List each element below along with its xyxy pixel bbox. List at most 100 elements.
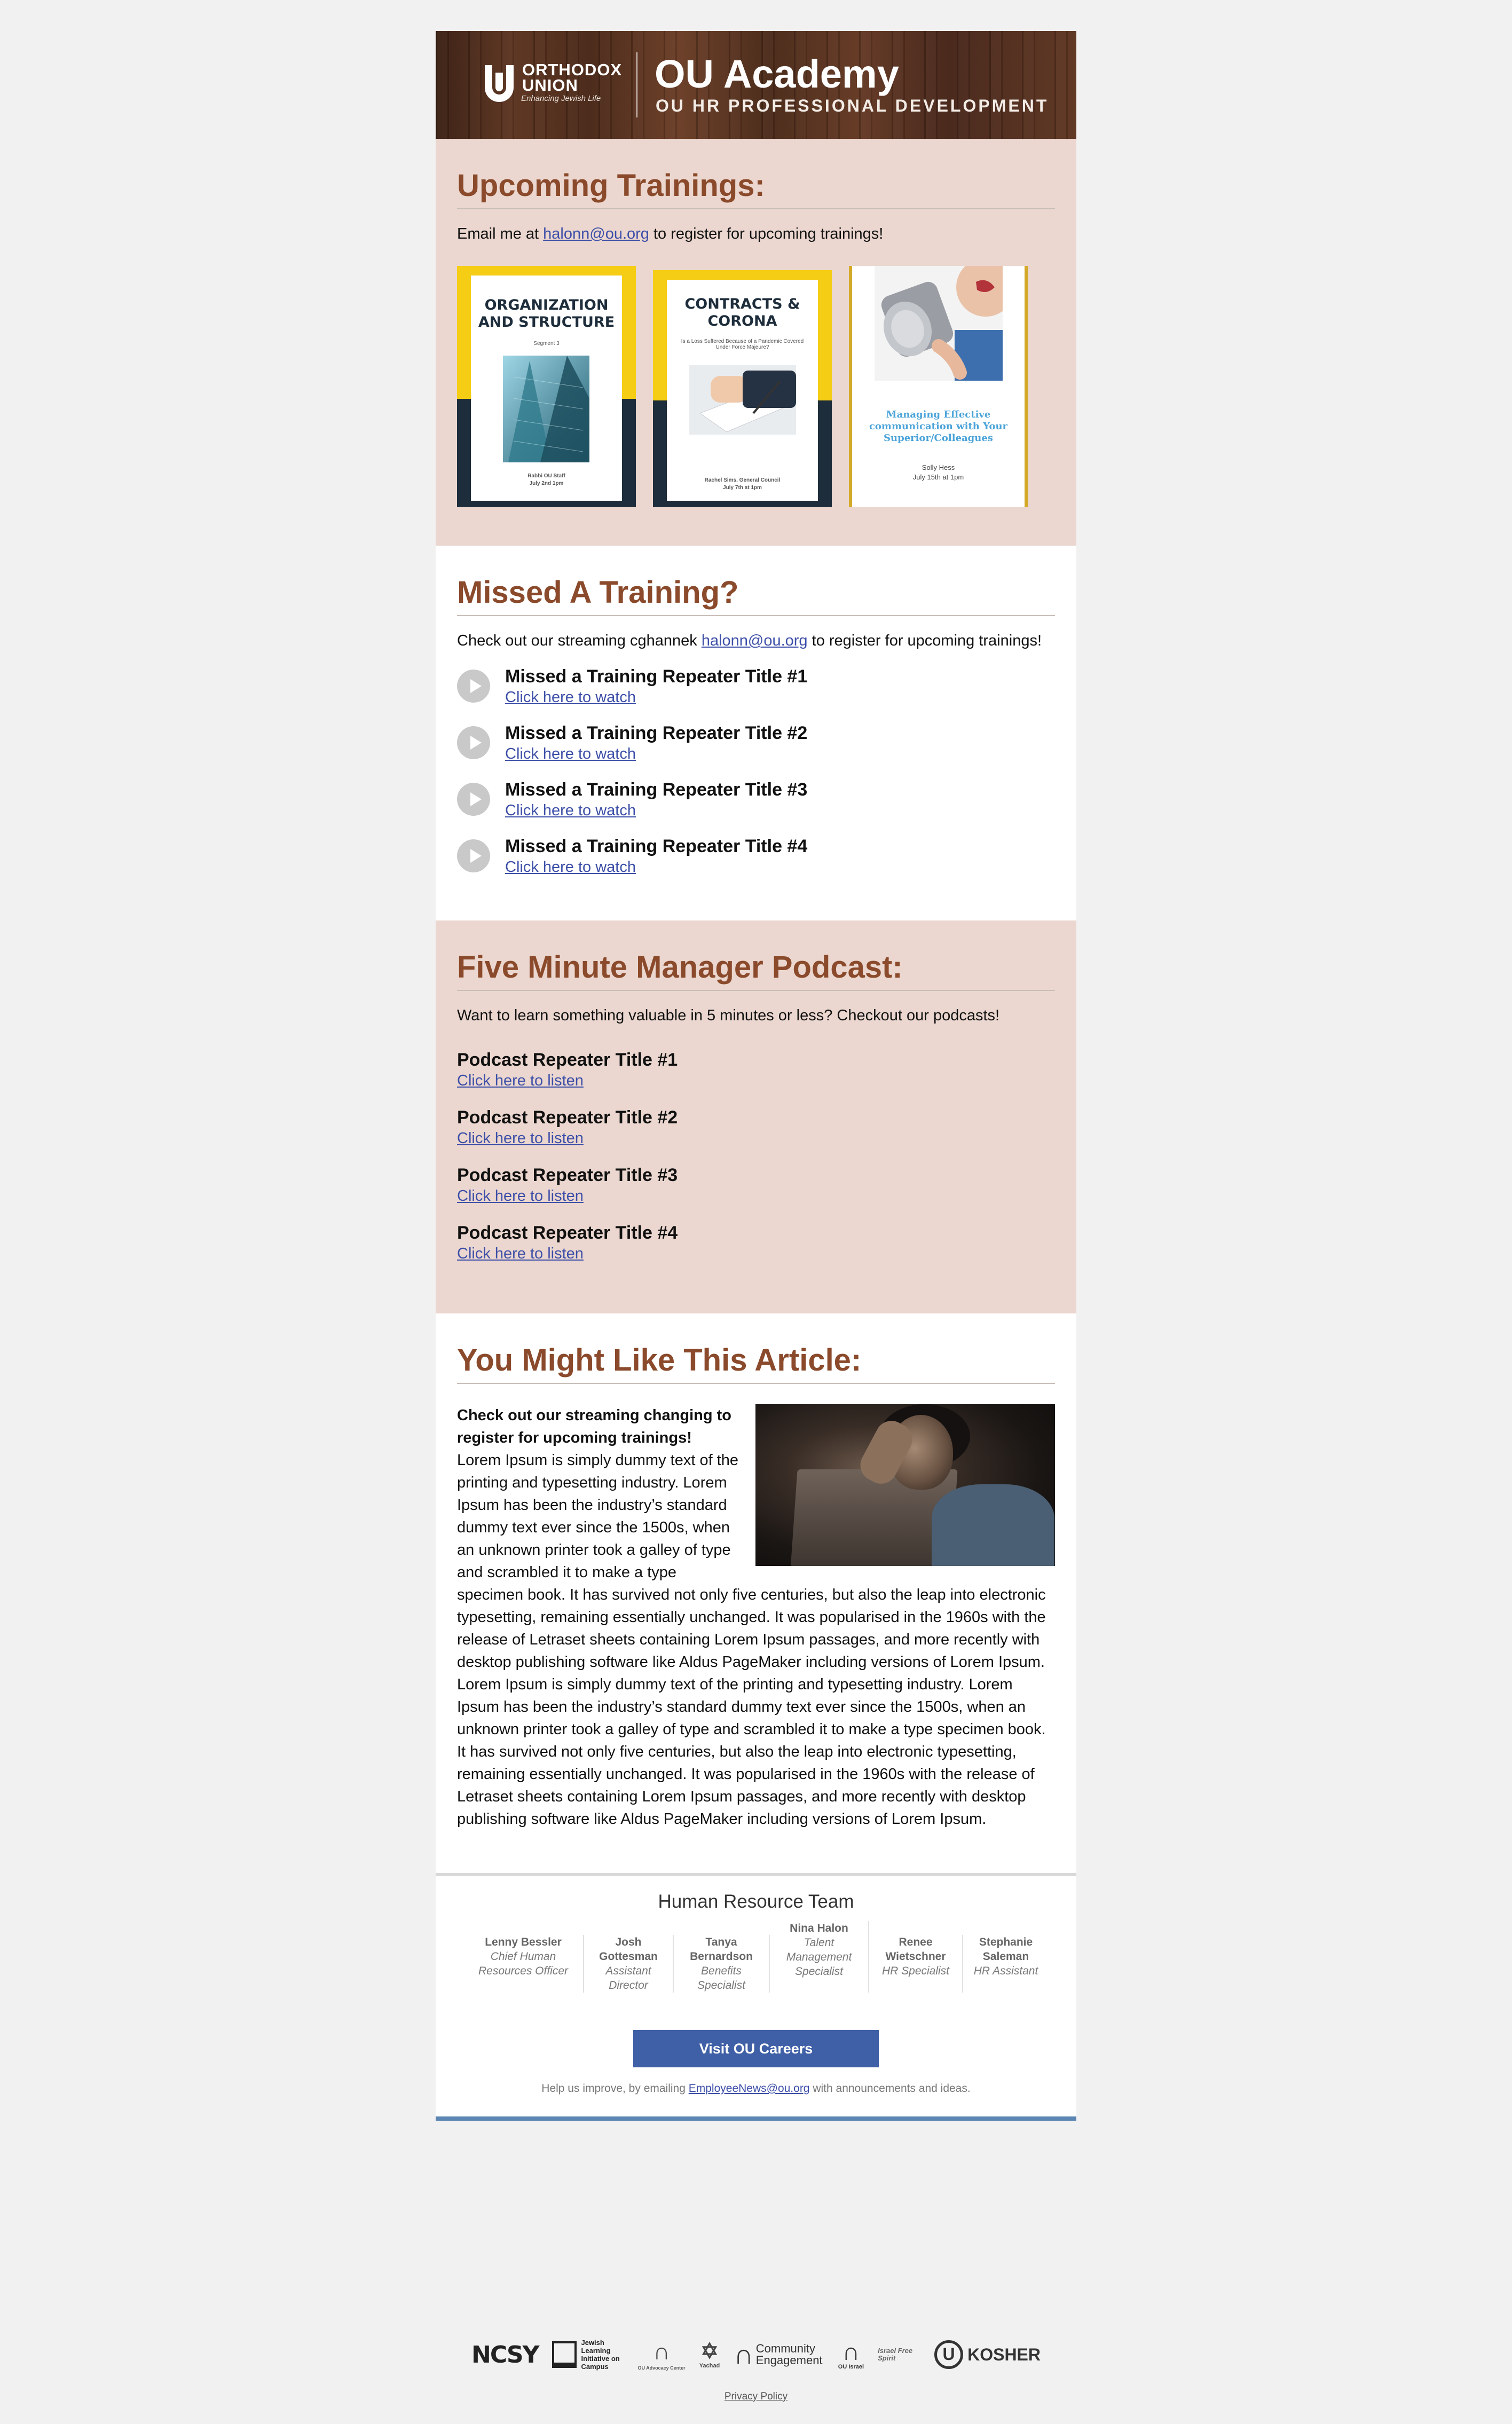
footer-rule [436,2116,1076,2121]
community-engagement-logo[interactable]: ∩ Community Engagement [734,2339,824,2371]
poster-title: Managing Effective communication with Yo… [869,409,1008,444]
employee-news-email-link[interactable]: EmployeeNews@ou.org [689,2082,810,2095]
member-name: Nina Halon [790,1922,848,1934]
watch-link[interactable]: Click here to watch [505,802,636,819]
israel-free-spirit-logo[interactable]: Israel Free Spirit [878,2347,920,2362]
member-role: Benefits Specialist [697,1965,745,1992]
podcast-section: Five Minute Manager Podcast: Want to lea… [436,920,1076,1313]
list-item: Missed a Training Repeater Title #1 Clic… [457,665,1055,707]
list-item: Podcast Repeater Title #3 Click here to … [457,1164,1055,1206]
training-poster[interactable]: Managing Effective communication with Yo… [849,266,1028,507]
member-role: HR Assistant [973,1965,1038,1977]
feedback-note: Help us improve, by emailing EmployeeNew… [541,2082,971,2095]
podcast-intro: Want to learn something valuable in 5 mi… [457,1007,1000,1024]
upcoming-intro: Email me at halonn@ou.org to register fo… [457,225,884,242]
building-image [503,356,589,462]
training-title: Missed a Training Repeater Title #2 [505,723,808,743]
training-poster[interactable]: ORGANIZATION AND STRUCTURE Segment 3 Rab… [457,266,636,507]
visit-careers-button[interactable]: Visit OU Careers [633,2030,879,2067]
banner-title: OU Academy [655,52,899,96]
ou-logo-icon [485,65,514,102]
watch-link[interactable]: Click here to watch [505,745,636,762]
member-name: Josh Gottesman [599,1936,658,1963]
poster-title: ORGANIZATION AND STRUCTURE [478,297,615,330]
training-title: Missed a Training Repeater Title #3 [505,780,808,800]
yachad-logo[interactable]: ✡ Yachad [699,2340,720,2369]
article-paragraph: Lorem Ipsum is simply dummy text of the … [457,1676,1046,1828]
poster-date: July 2nd 1pm [529,481,564,486]
org-tagline: Enhancing Jewish Life [521,94,601,103]
watch-link[interactable]: Click here to watch [505,859,636,876]
member-role: HR Specialist [881,1965,950,1977]
team-member: Lenny Bessler Chief Human Resources Offi… [463,1935,584,1993]
team-member: Tanya Bernardson Benefits Specialist [674,1935,770,1993]
poster-subtitle: Segment 3 [533,341,560,347]
listen-link[interactable]: Click here to listen [457,1072,584,1089]
listen-link[interactable]: Click here to listen [457,1245,584,1262]
article-body: Check out our streaming changing to regi… [457,1404,1055,1830]
ou-kosher-logo[interactable]: U KOSHER [934,2340,1041,2369]
ncsy-logo[interactable]: NCSY [471,2341,539,2368]
podcast-title: Podcast Repeater Title #3 [457,1165,678,1185]
poster-subtitle: Is a Loss Suffered Because of a Pandemic… [681,339,804,350]
training-poster[interactable]: CONTRACTS & CORONA Is a Loss Suffered Be… [653,270,832,507]
member-name: Stephanie Saleman [979,1936,1033,1963]
poster-presenter: Rachel Sims, General Council [704,477,781,483]
contract-image [689,365,796,435]
ou-israel-logo[interactable]: ∩ OU Israel [838,2339,864,2370]
member-name: Lenny Bessler [485,1936,562,1948]
privacy-footer: Privacy Policy [436,2391,1076,2403]
play-icon[interactable] [457,783,490,816]
listen-link[interactable]: Click here to listen [457,1187,584,1205]
list-item: Podcast Repeater Title #4 Click here to … [457,1222,1055,1263]
podcast-title: Podcast Repeater Title #1 [457,1050,678,1070]
email-link[interactable]: halonn@ou.org [543,225,649,242]
training-title: Missed a Training Repeater Title #4 [505,836,808,856]
poster-title: CONTRACTS & CORONA [684,296,800,329]
missed-training-section: Missed A Training? Check out our streami… [436,546,1076,920]
podcast-title: Podcast Repeater Title #2 [457,1107,678,1128]
poster-date: July 7th at 1pm [723,485,762,491]
article-lead: Check out our streaming changing to regi… [457,1407,731,1446]
upcoming-trainings-section: Upcoming Trainings: Email me at halonn@o… [436,139,1076,546]
ou-advocacy-logo[interactable]: ∩ OU Advocacy Center [637,2339,685,2371]
email-link[interactable]: halonn@ou.org [702,632,808,649]
training-title: Missed a Training Repeater Title #1 [505,666,808,687]
team-title: Human Resource Team [658,1891,854,1912]
member-role: Talent Management Specialist [786,1937,852,1978]
jli-logo[interactable]: Jewish Learning Initiative on Campus [552,2339,624,2371]
tin-can-phone-image [875,266,1003,381]
list-item: Missed a Training Repeater Title #4 Clic… [457,835,1055,877]
list-item: Podcast Repeater Title #2 Click here to … [457,1106,1055,1148]
privacy-policy-link[interactable]: Privacy Policy [724,2391,788,2402]
article-section: You Might Like This Article: Check out o… [436,1313,1076,1873]
poster-presenter: Rabbi OU Staff [527,473,565,479]
section-title: You Might Like This Article: [457,1342,1055,1384]
banner-subtitle: OU HR PROFESSIONAL DEVELOPMENT [656,96,1049,115]
listen-link[interactable]: Click here to listen [457,1130,584,1147]
email-container: ORTHODOX UNION Enhancing Jewish Life OU … [436,31,1076,2121]
team-list: Lenny Bessler Chief Human Resources Offi… [457,1921,1055,1993]
member-role: Chief Human Resources Officer [478,1950,569,1977]
training-posters: ORGANIZATION AND STRUCTURE Segment 3 Rab… [457,266,1055,507]
team-member: Josh Gottesman Assistant Director [584,1935,674,1993]
team-member: Renee Wietschner HR Specialist [869,1935,963,1993]
section-title: Five Minute Manager Podcast: [457,949,1055,991]
banner-divider [636,52,637,117]
partner-logos: NCSY Jewish Learning Initiative on Campu… [436,2339,1076,2371]
watch-link[interactable]: Click here to watch [505,689,636,706]
play-icon[interactable] [457,670,490,703]
podcast-title: Podcast Repeater Title #4 [457,1223,678,1243]
section-title: Upcoming Trainings: [457,168,1055,209]
article-image[interactable] [755,1404,1055,1566]
list-item: Missed a Training Repeater Title #3 Clic… [457,778,1055,820]
member-role: Assistant Director [605,1965,651,1992]
header-banner: ORTHODOX UNION Enhancing Jewish Life OU … [436,31,1076,139]
poster-presenter: Solly Hess [922,463,955,471]
list-item: Podcast Repeater Title #1 Click here to … [457,1049,1055,1090]
org-name: ORTHODOX UNION [522,60,623,95]
play-icon[interactable] [457,726,490,759]
team-member: Nina Halon Talent Management Specialist [770,1921,869,1993]
missed-intro: Check out our streaming cghannek halonn@… [457,632,1042,649]
play-icon[interactable] [457,839,490,872]
